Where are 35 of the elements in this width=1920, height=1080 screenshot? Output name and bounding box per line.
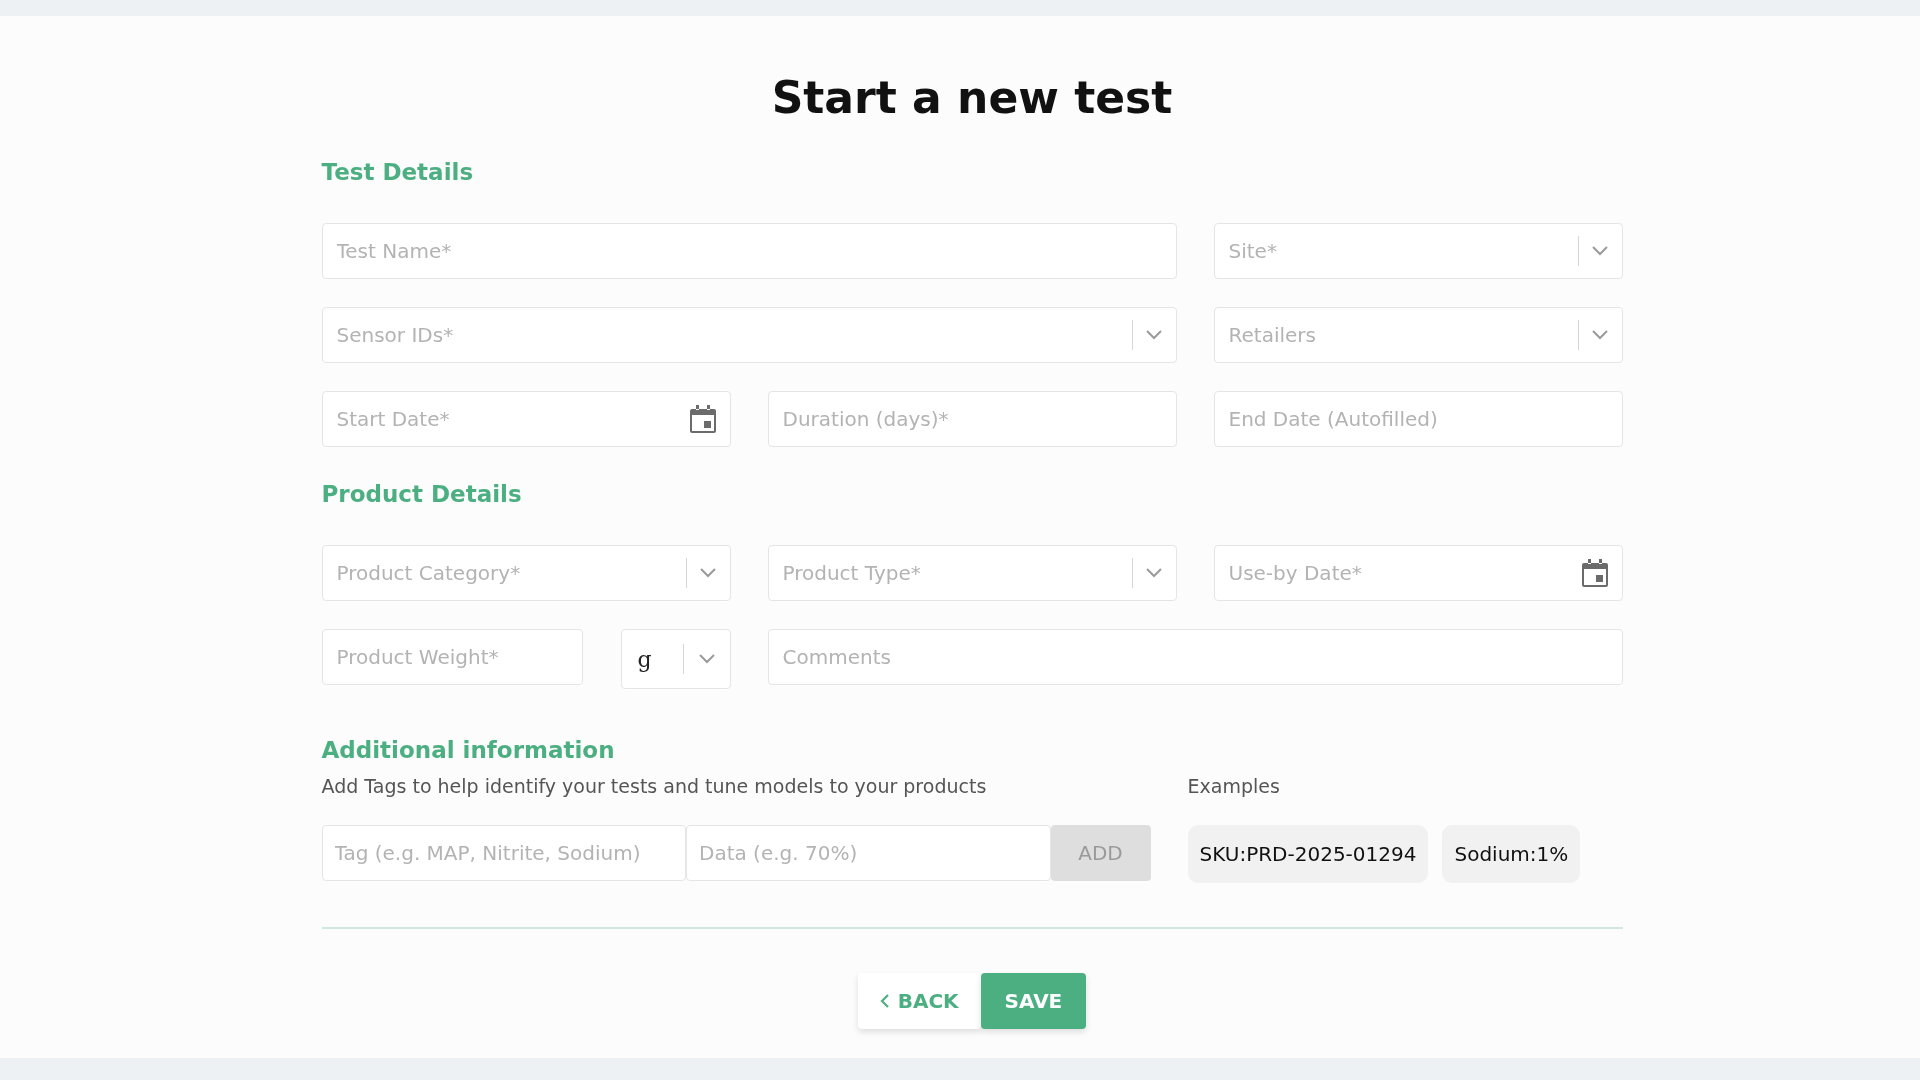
chevron-down-icon[interactable]: [697, 653, 716, 665]
date-field[interactable]: Start Date*: [321, 391, 731, 447]
calendar-icon[interactable]: [688, 404, 717, 434]
chevron-down-icon[interactable]: [1144, 329, 1163, 341]
section-description: Add Tags to help identify your tests and tune models to your products: [321, 775, 988, 797]
example-tag: Sodium:1%: [1442, 825, 1581, 883]
input-field[interactable]: End Date (Autofilled): [1213, 391, 1623, 447]
save-button[interactable]: SAVE: [980, 973, 1087, 1029]
data-input-field[interactable]: Data (e.g. 70%): [686, 825, 1051, 881]
examples-label: Examples: [1187, 775, 1281, 797]
section-heading: Product Details: [321, 481, 523, 507]
select-field[interactable]: Product Category*: [321, 545, 731, 601]
chevron-down-icon[interactable]: [1144, 567, 1163, 579]
example-tag: SKU:PRD-2025-01294: [1187, 825, 1429, 883]
input-field[interactable]: Test Name*: [321, 223, 1177, 279]
unit-select[interactable]: g: [620, 629, 731, 689]
chevron-down-icon[interactable]: [698, 567, 717, 579]
select-field[interactable]: Product Type*: [767, 545, 1177, 601]
back-button[interactable]: BACK: [857, 973, 981, 1029]
section-heading: Additional information: [321, 737, 616, 763]
select-field[interactable]: Site*: [1213, 223, 1623, 279]
back-label: BACK: [897, 989, 959, 1013]
input-field[interactable]: Product Weight*: [321, 629, 583, 685]
calendar-icon[interactable]: [1580, 558, 1609, 588]
input-field[interactable]: Comments: [767, 629, 1623, 685]
date-field[interactable]: Use-by Date*: [1213, 545, 1623, 601]
section-heading: Test Details: [321, 159, 475, 185]
page-title: Start a new test: [770, 72, 1174, 123]
chevron-down-icon[interactable]: [1590, 329, 1609, 341]
input-field[interactable]: Duration (days)*: [767, 391, 1177, 447]
select-field[interactable]: Retailers: [1213, 307, 1623, 363]
chevron-left-icon: [879, 993, 890, 1009]
chevron-down-icon[interactable]: [1590, 245, 1609, 257]
tag-input-field[interactable]: Tag (e.g. MAP, Nitrite, Sodium): [321, 825, 686, 881]
select-field[interactable]: Sensor IDs*: [321, 307, 1177, 363]
